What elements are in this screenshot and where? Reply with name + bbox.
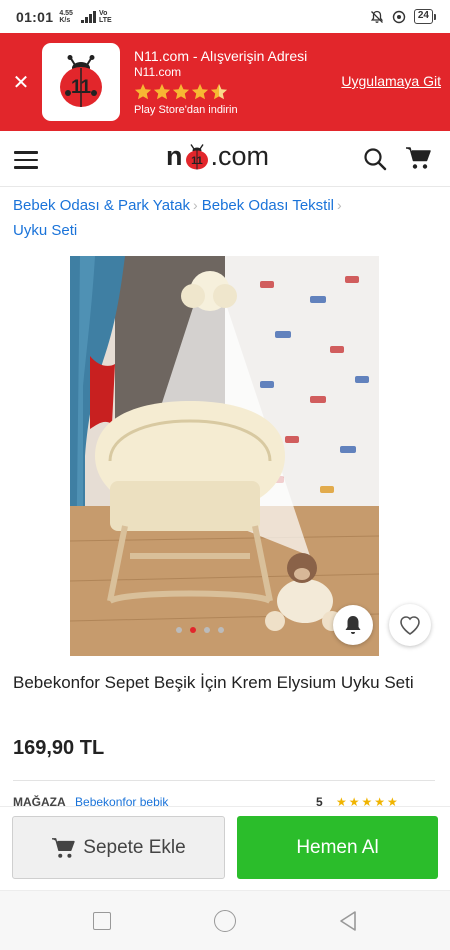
logo-suffix: .com	[210, 141, 270, 171]
heart-icon	[400, 616, 420, 635]
network-speed: 4.55 K/s	[59, 9, 73, 24]
app-logo: 11	[42, 43, 120, 121]
buy-now-button[interactable]: Hemen Al	[237, 816, 438, 879]
gallery-dots	[176, 627, 224, 633]
bell-icon	[345, 616, 361, 634]
cart-icon	[52, 837, 75, 858]
logo-number: 11	[71, 77, 92, 98]
hamburger-menu-icon[interactable]	[14, 151, 38, 169]
site-logo[interactable]: n 11 .com	[166, 141, 269, 172]
mute-bell-icon	[370, 10, 383, 23]
divider	[13, 780, 435, 781]
breadcrumb-item-tekstil[interactable]: Bebek Odası Tekstil	[202, 197, 334, 214]
star-icon	[210, 83, 228, 100]
star-icon	[172, 83, 190, 100]
back-icon[interactable]	[337, 910, 359, 932]
data-saver-icon	[392, 10, 406, 23]
product-photo	[70, 256, 379, 656]
battery-icon: 24	[413, 9, 436, 24]
breadcrumb-item-uyku-seti[interactable]: Uyku Seti	[13, 222, 77, 239]
close-icon[interactable]: ✕	[0, 70, 42, 95]
system-nav-bar	[0, 890, 450, 950]
open-app-link[interactable]: Uygulamaya Git	[341, 73, 441, 89]
ladybug-logo-icon: 11	[60, 55, 102, 107]
site-header: n 11 .com	[0, 131, 450, 187]
action-bar: Sepete Ekle Hemen Al	[0, 806, 450, 890]
chevron-right-icon: ›	[193, 197, 198, 213]
star-icon	[134, 83, 152, 100]
favorite-button[interactable]	[389, 604, 431, 646]
product-price: 169,90 TL	[13, 737, 105, 759]
breadcrumb: Bebek Odası & Park Yatak › Bebek Odası Tek…	[13, 193, 433, 243]
ladybug-icon: 11	[185, 144, 208, 170]
app-install-banner: ✕ 11 N11.com - Alışverişin Adresi N11.co…	[0, 33, 450, 131]
battery-level: 24	[413, 9, 433, 24]
status-bar: 01:01 4.55 K/s Vo LTE 24	[0, 0, 450, 33]
product-image[interactable]	[70, 256, 379, 656]
add-to-cart-label: Sepete Ekle	[83, 836, 186, 858]
banner-title: N11.com - Alışverişin Adresi	[134, 48, 308, 64]
gallery-dot[interactable]	[204, 627, 210, 633]
logo-n: n	[166, 141, 183, 171]
star-icon	[153, 83, 171, 100]
breadcrumb-item-bebek-odasi[interactable]: Bebek Odası & Park Yatak	[13, 197, 190, 214]
star-icon	[191, 83, 209, 100]
volte-indicator: Vo LTE	[98, 9, 112, 24]
gallery-dot[interactable]	[176, 627, 182, 633]
logo-eleven: 11	[191, 155, 203, 167]
store-text: Play Store'dan indirin	[134, 104, 238, 116]
search-icon[interactable]	[363, 147, 387, 171]
gallery-dot[interactable]	[190, 627, 196, 633]
recent-apps-icon[interactable]	[93, 912, 111, 930]
banner-domain: N11.com	[134, 65, 182, 79]
product-title: Bebekonfor Sepet Beşik İçin Krem Elysium…	[13, 673, 414, 692]
home-icon[interactable]	[214, 910, 236, 932]
chevron-right-icon: ›	[337, 197, 342, 213]
price-alert-button[interactable]	[333, 605, 373, 645]
gallery-dot[interactable]	[218, 627, 224, 633]
rating-stars	[134, 83, 307, 101]
add-to-cart-button[interactable]: Sepete Ekle	[12, 816, 225, 879]
status-time: 01:01	[16, 8, 54, 25]
signal-icon	[80, 10, 96, 23]
cart-icon[interactable]	[405, 146, 431, 170]
